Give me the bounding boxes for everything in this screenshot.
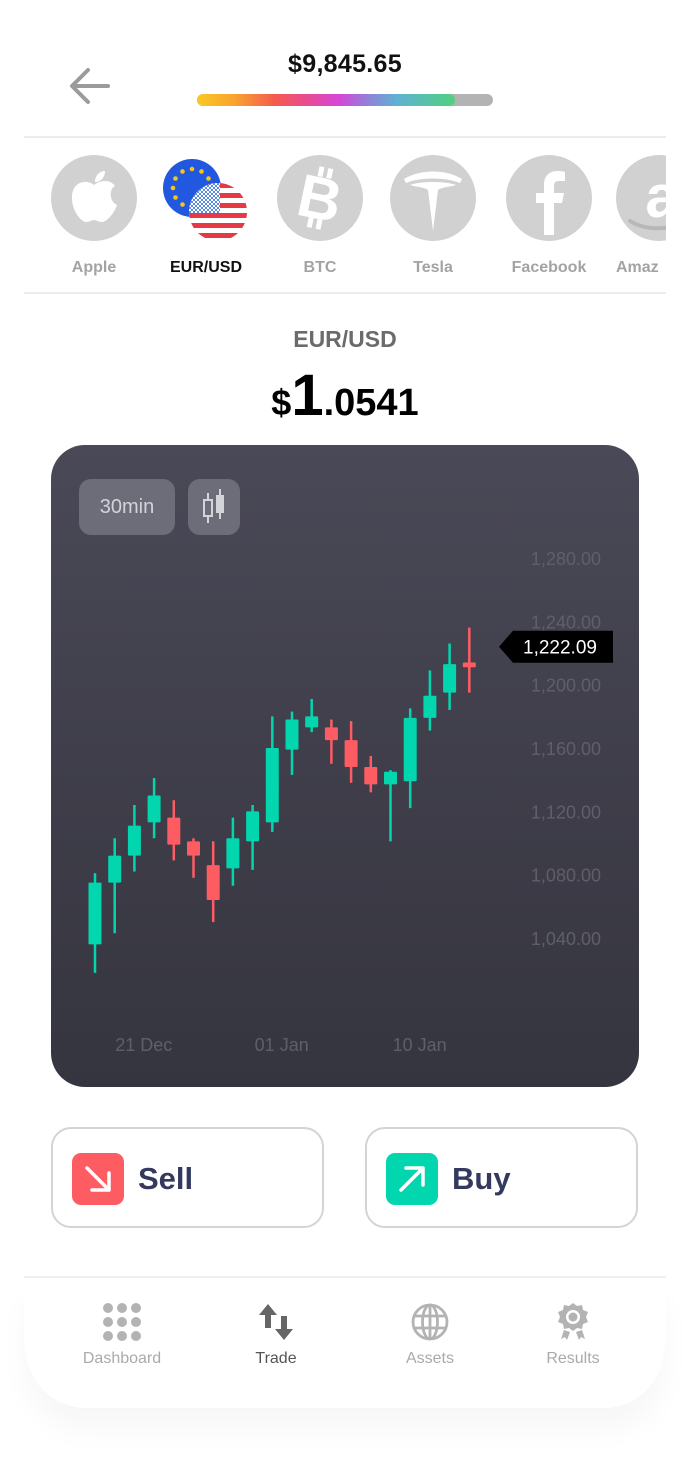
candle-body [127, 825, 141, 856]
nav-item-assets[interactable]: Assets [370, 1300, 490, 1368]
price-currency: $ [271, 382, 292, 423]
award-badge-icon [558, 1303, 588, 1340]
facebook-logo-icon [506, 155, 592, 241]
candle-body [88, 882, 102, 945]
buy-label: Buy [452, 1161, 511, 1196]
balance-progress-fill [197, 94, 455, 106]
asset-item-facebook[interactable]: Facebook [494, 155, 604, 277]
nav-item-results[interactable]: Results [513, 1300, 633, 1368]
candle-body [187, 841, 200, 856]
candle-body [147, 795, 161, 823]
asset-label: Amaz [616, 259, 659, 276]
candle-body [226, 838, 240, 869]
candle-body [167, 817, 181, 845]
price-integer: 1 [291, 363, 324, 428]
candle-body [305, 716, 319, 728]
interval-selector[interactable]: 30min [79, 479, 175, 535]
candle-body [246, 811, 260, 842]
price-chart-card: 1,280.00 1,240.00 1,200.00 1,160.00 1,120.00… [51, 445, 639, 1087]
eur-usd-flags-icon [163, 155, 249, 241]
candle-body [324, 727, 338, 741]
candle-body [265, 748, 279, 823]
header: $9,845.65 [0, 0, 690, 138]
y-tick-label: 1,080.00 [531, 866, 601, 886]
y-tick-label: 1,200.00 [531, 676, 601, 696]
candle-body [423, 695, 437, 718]
asset-item-eur-usd[interactable]: EUR/USD [151, 155, 261, 277]
x-tick-label: 01 Jan [255, 1035, 309, 1055]
y-tick-label: 1,280.00 [531, 549, 601, 569]
globe-icon [411, 1303, 449, 1341]
candle-body [462, 662, 476, 668]
account-balance: $9,845.65 [288, 50, 402, 78]
candle-body [206, 865, 220, 900]
apple-logo-icon [51, 155, 137, 241]
nav-label: Dashboard [82, 1350, 162, 1367]
balance-progress-bar [197, 94, 493, 106]
candle-body [384, 771, 397, 785]
asset-label: BTC [303, 259, 337, 276]
candle-body [403, 717, 417, 782]
price-decimal: .0541 [323, 382, 419, 424]
asset-item-tesla[interactable]: Tesla [378, 155, 488, 277]
asset-label: EUR/USD [169, 259, 242, 276]
nav-item-dashboard[interactable]: Dashboard [62, 1300, 182, 1368]
header-divider [24, 136, 666, 138]
trade-arrows-icon [259, 1304, 293, 1340]
candlestick-chart[interactable]: 1,280.00 1,240.00 1,200.00 1,160.00 1,120.00… [51, 445, 639, 1087]
buy-button[interactable]: Buy [365, 1127, 638, 1228]
y-tick-label: 1,040.00 [531, 929, 601, 949]
grid-dots-icon [103, 1303, 141, 1341]
sell-label: Sell [138, 1161, 194, 1196]
asset-label: Facebook [511, 259, 587, 276]
amazon-logo-icon: a [616, 155, 666, 241]
nav-label: Results [546, 1350, 600, 1367]
bottom-nav: Dashboard Trade Assets Results [24, 1276, 666, 1398]
y-tick-label: 1,160.00 [531, 739, 601, 759]
x-tick-label: 21 Dec [115, 1035, 172, 1055]
current-price-label: 1,222.09 [523, 638, 597, 659]
arrow-up-right-icon [399, 1166, 425, 1192]
asset-item-amazon[interactable]: a Amaz [604, 155, 666, 277]
nav-item-trade[interactable]: Trade [216, 1300, 336, 1368]
nav-label: Assets [405, 1350, 454, 1367]
y-tick-label: 1,120.00 [531, 802, 601, 822]
x-tick-label: 10 Jan [393, 1035, 447, 1055]
candle-body [344, 740, 358, 767]
sell-button[interactable]: Sell [51, 1127, 324, 1228]
candle-body [108, 855, 122, 883]
asset-item-apple[interactable]: Apple [39, 155, 149, 277]
arrow-down-right-icon [85, 1166, 111, 1192]
svg-text:a: a [645, 163, 666, 230]
tesla-logo-icon [390, 155, 476, 241]
candle-body [285, 719, 299, 750]
asset-label: Tesla [413, 259, 453, 276]
candle-body [364, 767, 378, 785]
asset-item-btc[interactable]: B BTC [265, 155, 375, 277]
assets-divider [24, 292, 666, 294]
pair-title: EUR/USD [293, 326, 397, 352]
asset-label: Apple [71, 259, 117, 276]
nav-label: Trade [255, 1350, 297, 1367]
candlestick-icon [203, 489, 224, 523]
y-tick-label: 1,240.00 [531, 612, 601, 632]
chart-type-button[interactable] [188, 479, 240, 535]
sell-icon-box [72, 1153, 124, 1205]
asset-selector: Apple EUR/USD B BTC Tesla Facebook a Ama… [0, 140, 666, 292]
bitcoin-logo-icon: B [277, 155, 363, 241]
candle-body [443, 664, 457, 693]
buy-icon-box [386, 1153, 438, 1205]
pair-price: $1.0541 [0, 362, 690, 429]
